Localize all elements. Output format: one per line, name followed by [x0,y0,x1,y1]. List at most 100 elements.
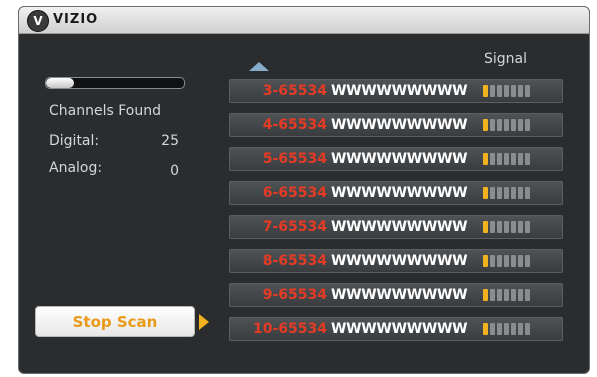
signal-segment [518,153,523,165]
signal-meter [483,119,530,131]
channel-number: 10-65534 [253,321,327,337]
signal-segment [525,323,530,335]
signal-segment [497,153,502,165]
signal-segment [490,85,495,97]
signal-segment [483,119,488,131]
signal-segment [490,153,495,165]
signal-segment [518,119,523,131]
digital-label: Digital: [49,133,100,149]
channel-row[interactable]: 4-65534 WWWWWWWWW [229,113,563,137]
signal-segment [497,323,502,335]
signal-segment [511,85,516,97]
signal-segment [518,255,523,267]
title-bar: V VIZIO [19,7,589,34]
signal-segment [525,119,530,131]
signal-meter [483,255,530,267]
signal-segment [511,153,516,165]
channel-row[interactable]: 10-65534 WWWWWWWWW [229,317,563,341]
signal-segment [525,221,530,233]
vizio-logo-icon: V [27,10,49,32]
signal-segment [518,85,523,97]
channel-number: 4-65534 [262,117,327,133]
signal-segment [518,289,523,301]
channel-number: 7-65534 [262,219,327,235]
signal-meter [483,85,530,97]
channel-name: WWWWWWWWW [331,83,468,99]
signal-segment [511,187,516,199]
signal-segment [483,323,488,335]
analog-label: Analog: [49,160,103,176]
channel-row[interactable]: 3-65534 WWWWWWWWW [229,79,563,103]
signal-meter [483,323,530,335]
channel-row[interactable]: 9-65534 WWWWWWWWW [229,283,563,307]
signal-segment [490,289,495,301]
signal-segment [525,187,530,199]
channel-number: 9-65534 [262,287,327,303]
signal-column-header: Signal [484,51,528,67]
scroll-up-icon[interactable] [249,62,269,71]
channel-name: WWWWWWWWW [331,219,468,235]
signal-segment [504,221,509,233]
signal-segment [490,255,495,267]
channels-found-label: Channels Found [49,103,161,119]
channel-row[interactable]: 5-65534 WWWWWWWWW [229,147,563,171]
channel-number: 5-65534 [262,151,327,167]
brand-name: VIZIO [53,12,99,27]
analog-count: 0 [170,163,179,179]
signal-segment [497,289,502,301]
signal-segment [518,221,523,233]
signal-segment [504,187,509,199]
signal-segment [483,289,488,301]
signal-segment [497,255,502,267]
channel-name: WWWWWWWWW [331,185,468,201]
channel-name: WWWWWWWWW [331,287,468,303]
signal-segment [504,85,509,97]
signal-segment [504,119,509,131]
signal-segment [504,153,509,165]
signal-meter [483,187,530,199]
signal-segment [511,119,516,131]
scan-progress-fill [46,78,74,88]
channel-row[interactable]: 7-65534 WWWWWWWWW [229,215,563,239]
signal-segment [497,85,502,97]
signal-segment [483,153,488,165]
signal-meter [483,289,530,301]
signal-segment [483,221,488,233]
stop-scan-button[interactable]: Stop Scan [35,306,195,337]
signal-segment [490,221,495,233]
signal-segment [504,323,509,335]
signal-segment [525,289,530,301]
channel-row[interactable]: 8-65534 WWWWWWWWW [229,249,563,273]
signal-segment [490,119,495,131]
signal-segment [490,323,495,335]
signal-segment [511,221,516,233]
signal-segment [525,255,530,267]
channel-scan-window: V VIZIO Channels Found Digital: 25 Analo… [18,6,590,374]
signal-segment [518,323,523,335]
arrow-right-icon [199,314,209,330]
signal-segment [518,187,523,199]
channel-name: WWWWWWWWW [331,117,468,133]
signal-segment [490,187,495,199]
signal-segment [497,187,502,199]
signal-segment [483,255,488,267]
signal-segment [504,289,509,301]
signal-segment [511,289,516,301]
channel-name: WWWWWWWWW [331,253,468,269]
channel-row[interactable]: 6-65534 WWWWWWWWW [229,181,563,205]
signal-meter [483,221,530,233]
channel-number: 3-65534 [262,83,327,99]
signal-meter [483,153,530,165]
channel-number: 8-65534 [262,253,327,269]
signal-segment [511,255,516,267]
signal-segment [525,153,530,165]
signal-segment [497,221,502,233]
signal-segment [483,187,488,199]
signal-segment [525,85,530,97]
signal-segment [497,119,502,131]
channel-number: 6-65534 [262,185,327,201]
scan-progress-bar [45,77,185,89]
channel-name: WWWWWWWWW [331,321,468,337]
digital-count: 25 [161,133,179,149]
channel-name: WWWWWWWWW [331,151,468,167]
